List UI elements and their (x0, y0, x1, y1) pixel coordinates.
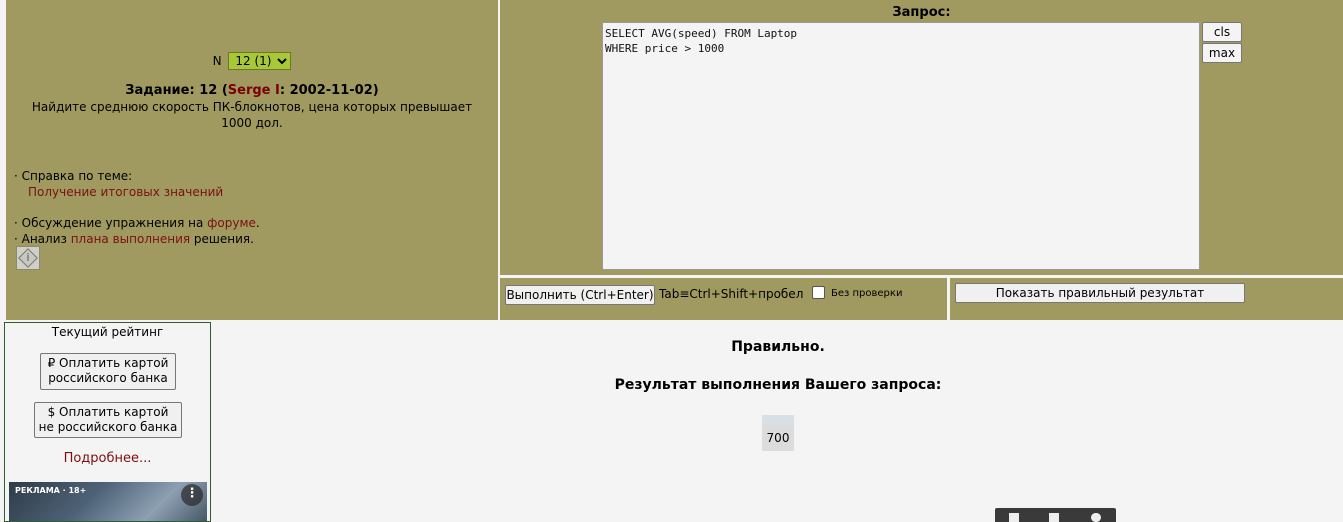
tab-hint: Tab≡Ctrl+Shift+пробел (659, 287, 804, 301)
ad-menu-icon[interactable]: ⋮ (181, 484, 203, 506)
result-table: 700 (762, 415, 794, 451)
discussion-section: · Обсуждение упражнения на форуме. · Ана… (14, 216, 260, 246)
toolbar-icon[interactable] (1009, 513, 1019, 522)
query-panel: Запрос: SELECT AVG(speed) FROM Laptop WH… (500, 0, 1343, 275)
maximize-button[interactable]: max (1202, 43, 1242, 63)
task-number-label: N (212, 54, 222, 68)
task-panel: N 12 (1) Задание: 12 (Serge I: 2002-11-0… (6, 0, 498, 320)
ad-label: РЕКЛАМА · 18+ (15, 486, 87, 495)
rating-sidebar: Текущий рейтинг ₽ Оплатить картой россий… (4, 322, 211, 522)
toolbar-icon[interactable] (1049, 513, 1059, 522)
execute-panel: Выполнить (Ctrl+Enter) Tab≡Ctrl+Shift+пр… (500, 278, 947, 320)
no-check-label: Без проверки (831, 288, 903, 299)
more-info-link[interactable]: Подробнее... (5, 451, 210, 466)
current-rating-link[interactable]: Текущий рейтинг (5, 325, 210, 339)
author-link[interactable]: Serge I (228, 83, 280, 98)
run-query-button[interactable]: Выполнить (Ctrl+Enter) (505, 285, 655, 305)
task-description: Найдите среднюю скорость ПК-блокнотов, ц… (31, 100, 473, 130)
clear-button[interactable]: cls (1202, 22, 1242, 42)
floating-toolbar[interactable] (995, 508, 1116, 522)
help-topic-link[interactable]: Получение итоговых значений (28, 184, 223, 200)
pay-foreign-card-button[interactable]: $ Оплатить картой не российского банка (34, 402, 182, 438)
result-table-header (762, 415, 794, 425)
task-number-row: N 12 (1) (6, 52, 498, 70)
no-check-checkbox[interactable] (812, 286, 825, 299)
help-label: · Справка по теме: (14, 169, 133, 183)
info-icon[interactable]: i (16, 246, 40, 270)
execution-plan-link[interactable]: плана выполнения (71, 232, 190, 246)
result-table-cell: 700 (762, 425, 794, 451)
result-title: Результат выполнения Вашего запроса: (614, 377, 942, 393)
pay-russian-card-button[interactable]: ₽ Оплатить картой российского банка (40, 353, 176, 390)
toolbar-icon[interactable] (1091, 513, 1101, 522)
show-correct-result-button[interactable]: Показать правильный результат (955, 283, 1245, 303)
task-title: Задание: 12 (Serge I: 2002-11-02) (125, 83, 379, 98)
sql-editor[interactable]: SELECT AVG(speed) FROM Laptop WHERE pric… (602, 22, 1200, 270)
forum-link[interactable]: форуме (207, 216, 256, 230)
query-title: Запрос: (892, 5, 951, 20)
advertisement-banner[interactable]: РЕКЛАМА · 18+ ⋮ (9, 482, 207, 521)
help-section: · Справка по теме: Получение итоговых зн… (14, 168, 223, 200)
result-status: Правильно. (731, 339, 825, 355)
show-result-panel: Показать правильный результат (950, 278, 1343, 320)
task-number-select[interactable]: 12 (1) (228, 52, 292, 70)
